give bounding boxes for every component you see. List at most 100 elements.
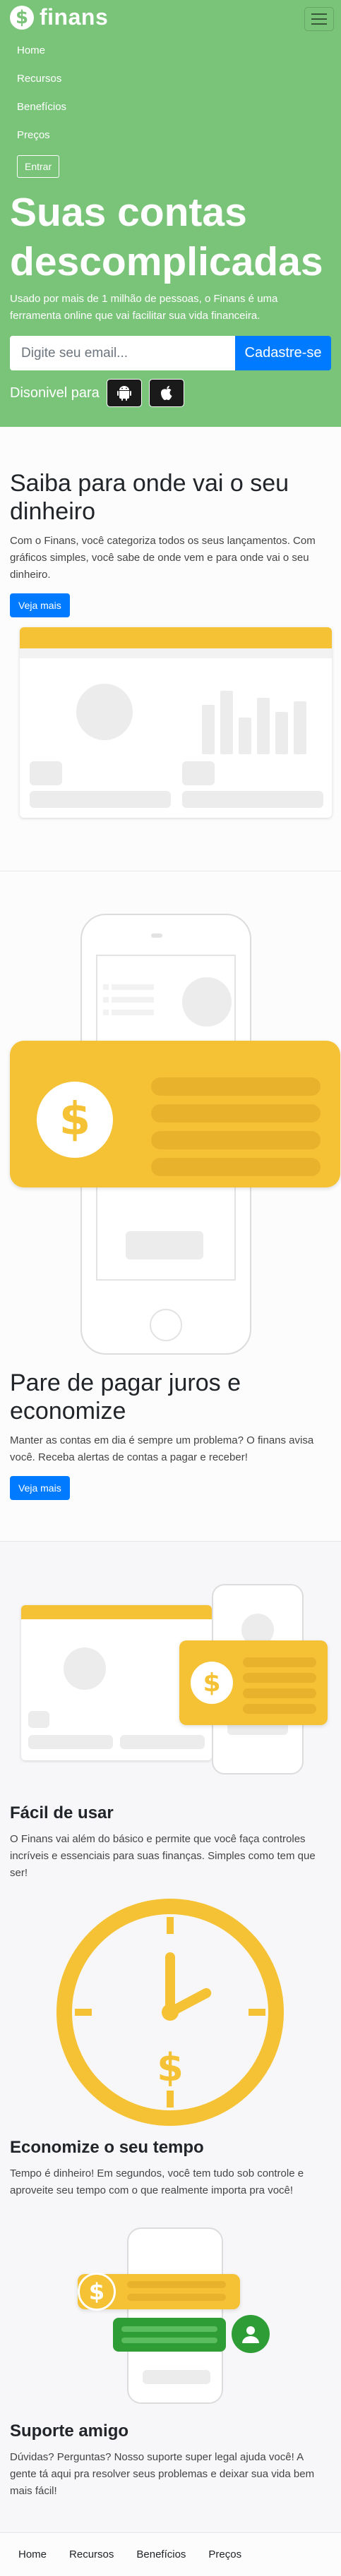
row-placeholder	[30, 791, 171, 808]
section2-text: Manter as contas em dia é sempre um prob…	[10, 1434, 314, 1463]
hero-subtitle: Usado por mais de 1 milhão de pessoas, o…	[10, 293, 278, 322]
feature-support-text: Dúvidas? Perguntas? Nosso suporte super …	[10, 2451, 315, 2497]
footer-link-home[interactable]: Home	[18, 2548, 47, 2560]
alert-bar	[151, 1077, 321, 1096]
person-icon	[242, 2326, 259, 2343]
apple-icon	[160, 385, 172, 400]
navbar: $ finans	[0, 0, 341, 37]
nav-link-precos[interactable]: Preços	[17, 121, 341, 150]
brand-name: finans	[40, 4, 109, 30]
phone-mockup	[127, 2227, 223, 2404]
clock-icon: $	[56, 1899, 284, 2126]
chart-placeholder	[182, 977, 232, 1027]
section2-title: Pare de pagar juros e economize	[10, 1369, 241, 1425]
dollar-icon: $	[78, 2273, 116, 2311]
list-bullet	[103, 984, 109, 990]
easy-use-illustration: $	[0, 1584, 341, 1796]
clock-dollar: $	[157, 2045, 184, 2090]
list-line	[112, 997, 154, 1003]
section1-more-button[interactable]: Veja mais	[10, 593, 70, 617]
alert-bar	[151, 1131, 321, 1149]
signup-button[interactable]: Cadastre-se	[235, 336, 331, 370]
bar-placeholder	[275, 712, 288, 754]
bar-placeholder	[202, 705, 215, 754]
feature-easy-text: O Finans vai além do básico e permite qu…	[10, 1833, 316, 1879]
phone-block-placeholder	[126, 1231, 203, 1259]
alert-bar	[243, 1673, 316, 1683]
feature-time-title: Economize o seu tempo	[10, 2138, 204, 2157]
row-placeholder	[182, 791, 323, 808]
alert-bar	[151, 1104, 321, 1123]
section-alerts: $ Pare de pagar juros e economize Manter…	[0, 871, 341, 1542]
email-input[interactable]	[10, 336, 235, 370]
time-illustration: $	[0, 1896, 341, 2129]
alert-bar	[243, 1657, 316, 1667]
chat-bubble-green	[113, 2318, 226, 2352]
bar-placeholder	[239, 718, 251, 754]
bar-placeholder	[294, 701, 306, 754]
mini-alert-card: $	[179, 1640, 328, 1725]
nav-menu: Home Recursos Benefícios Preços Entrar	[0, 37, 341, 178]
nav-link-beneficios[interactable]: Benefícios	[17, 93, 341, 121]
dollar-icon: $	[37, 1082, 113, 1158]
row-placeholder	[143, 2370, 210, 2384]
row-placeholder	[120, 1735, 205, 1749]
chat-line	[121, 2326, 217, 2332]
hero-title: Suas contas descomplicadas	[10, 190, 323, 284]
section1-text: Com o Finans, você categoriza todos os s…	[10, 535, 316, 581]
user-avatar-icon	[232, 2315, 270, 2353]
list-bullet	[103, 997, 109, 1003]
list-line	[112, 984, 154, 990]
phone-speaker	[151, 933, 162, 938]
card-placeholder	[30, 761, 62, 785]
list-line	[112, 1010, 154, 1015]
hamburger-line	[311, 13, 327, 15]
bar-placeholder	[257, 698, 270, 754]
chat-line	[127, 2294, 226, 2301]
alerts-illustration: $	[0, 914, 341, 1355]
bar-placeholder	[220, 691, 233, 754]
section-money-tracking: Saiba para onde vai o seu dinheiro Com o…	[0, 427, 341, 871]
dollar-logo-icon: $	[10, 5, 34, 30]
dashboard-mockup	[20, 627, 332, 818]
android-store-button[interactable]	[106, 379, 142, 407]
pie-chart-placeholder	[76, 684, 133, 740]
alert-bar	[151, 1158, 321, 1176]
menu-toggle-button[interactable]	[304, 7, 334, 31]
android-icon	[116, 386, 131, 401]
hamburger-line	[311, 23, 327, 25]
mockup-header	[20, 627, 332, 648]
feature-easy-title: Fácil de usar	[10, 1803, 114, 1822]
logo[interactable]: $ finans	[10, 4, 108, 30]
support-illustration: $	[0, 2213, 341, 2411]
footer-nav: Home Recursos Benefícios Preços	[0, 2532, 341, 2576]
mockup-toolbar	[20, 648, 332, 658]
row-placeholder	[28, 1735, 113, 1749]
phone-home-button	[150, 1309, 182, 1341]
chat-line	[121, 2338, 217, 2343]
available-label: Disonivel para	[10, 385, 100, 401]
mockup-header	[21, 1605, 212, 1619]
apple-store-button[interactable]	[148, 379, 184, 407]
alert-card: $	[10, 1041, 340, 1187]
available-platforms: Disonivel para	[0, 379, 341, 407]
signup-form: Cadastre-se	[10, 336, 331, 370]
feature-time-text: Tempo é dinheiro! Em segundos, você tem …	[10, 2167, 304, 2196]
dollar-icon: $	[191, 1662, 233, 1704]
hero-section: $ finans Home Recursos Benefícios Preços…	[0, 0, 341, 427]
section2-more-button[interactable]: Veja mais	[10, 1476, 70, 1500]
feature-support-title: Suporte amigo	[10, 2421, 129, 2441]
footer-link-beneficios[interactable]: Benefícios	[136, 2548, 186, 2560]
section1-title: Saiba para onde vai o seu dinheiro	[10, 470, 289, 525]
footer-link-recursos[interactable]: Recursos	[69, 2548, 114, 2560]
dashboard-illustration	[0, 627, 341, 825]
nav-link-home[interactable]: Home	[17, 37, 341, 65]
alert-bar	[243, 1704, 316, 1714]
chart-placeholder	[64, 1647, 106, 1690]
footer-link-precos[interactable]: Preços	[208, 2548, 241, 2560]
login-button[interactable]: Entrar	[17, 155, 60, 178]
chat-line	[127, 2281, 226, 2288]
list-bullet	[103, 1010, 109, 1015]
card-placeholder	[182, 761, 215, 785]
nav-link-recursos[interactable]: Recursos	[17, 65, 341, 93]
